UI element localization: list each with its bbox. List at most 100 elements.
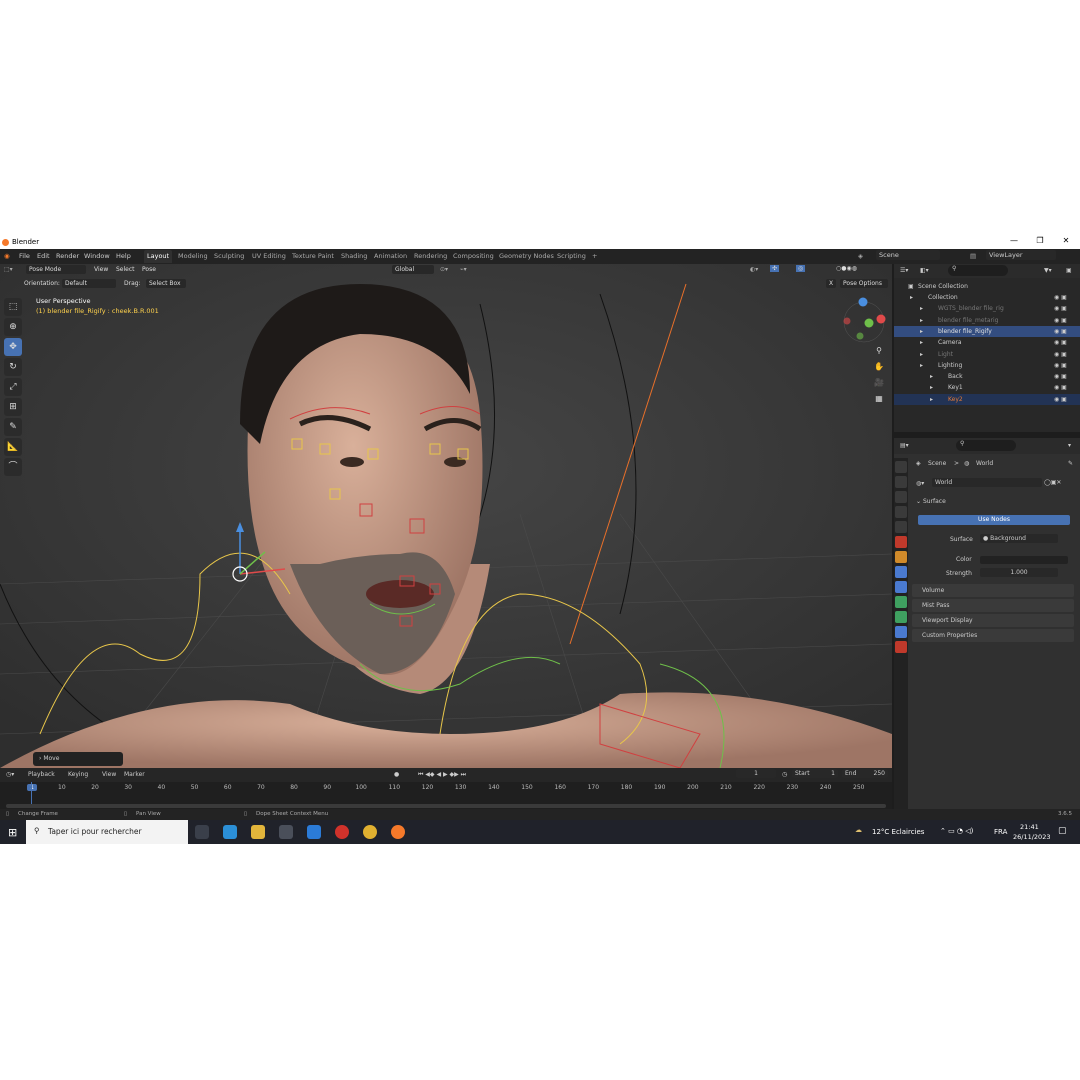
world-datablock-icon[interactable]: ◍▾ [916,480,924,487]
orientation-selector[interactable]: Default [62,279,116,288]
viewport-menu-pose[interactable]: Pose [142,266,156,273]
annotate-tool-icon[interactable]: ✎ [4,418,22,436]
object-tab-icon[interactable] [895,551,907,563]
expand-arrow-icon[interactable]: ▸ [920,317,923,324]
menu-edit[interactable]: Edit [37,252,50,260]
panel-custom-properties[interactable]: Custom Properties [912,629,1074,642]
select-box-tool-icon[interactable]: ⬚ [4,298,22,316]
x-mirror-toggle[interactable]: X [826,279,837,288]
view-layer-selector[interactable]: ViewLayer [986,250,1056,260]
snap-icon[interactable]: ⌁▾ [460,266,467,273]
outliner-editor-icon[interactable]: ☰▾ [900,267,908,274]
visibility-toggle-icon[interactable]: ◉ ▣ [1054,339,1067,346]
display-mode-icon[interactable]: ◧▾ [920,267,929,274]
expand-arrow-icon[interactable]: ▸ [920,351,923,358]
maximize-button[interactable]: ❐ [1030,236,1050,245]
visibility-toggle-icon[interactable]: ◉ ▣ [1054,362,1067,369]
tab-compositing[interactable]: Compositing [453,252,494,260]
pin-icon[interactable]: ✎ [1068,460,1073,467]
tab-sculpting[interactable]: Sculpting [214,252,244,260]
record-icon[interactable]: ● [394,771,399,778]
expand-arrow-icon[interactable]: ▸ [910,294,913,301]
timeline-menu-view[interactable]: View [102,771,116,778]
outliner-row-scene-collection[interactable]: ▣ Scene Collection [894,281,1080,292]
outliner-row[interactable]: ▸ Key2 ◉ ▣ [894,393,1080,405]
outliner-row[interactable]: ▸ Lighting ◉ ▣ [894,360,1080,371]
visibility-toggle-icon[interactable]: ◉ ▣ [1054,351,1067,358]
expand-arrow-icon[interactable]: ▸ [920,339,923,346]
outliner-search-input[interactable]: ⚲ [948,265,1008,276]
mode-selector[interactable]: Pose Mode [26,265,86,274]
camera-view-icon[interactable]: 🎥 [871,378,887,394]
blender-menu-icon[interactable]: ◉ [4,252,10,260]
surface-panel-toggle[interactable]: ⌄ Surface [916,498,946,505]
render-tab-icon[interactable] [895,476,907,488]
menu-file[interactable]: File [19,252,30,260]
tab-modeling[interactable]: Modeling [178,252,208,260]
properties-search-input[interactable]: ⚲ [956,440,1016,451]
tool-tab-icon[interactable] [895,461,907,473]
color-swatch[interactable] [980,556,1068,564]
world-tab-icon[interactable] [895,536,907,548]
close-button[interactable]: ✕ [1056,236,1076,245]
visibility-icon[interactable]: ◐▾ [750,266,758,273]
outliner-row[interactable]: ▸ WGTS_blender file_rig ◉ ▣ [894,303,1080,314]
language-indicator[interactable]: FRA [994,828,1007,836]
physics-tab-icon[interactable] [895,581,907,593]
pivot-icon[interactable]: ⊙▾ [440,266,448,273]
opera-icon[interactable] [335,825,349,839]
add-workspace-button[interactable]: + [592,252,597,260]
end-frame-field[interactable]: End 250 [842,769,888,778]
tab-uv-editing[interactable]: UV Editing [252,252,286,260]
overlay-toggle-icon[interactable]: ◎ [796,265,806,272]
tab-layout[interactable]: Layout [144,250,173,263]
minimize-button[interactable]: — [1004,236,1024,245]
outliner-row[interactable]: ▸ blender file_metarig ◉ ▣ [894,315,1080,326]
outliner-row[interactable]: ▸ Collection ◉ ▣ [894,292,1080,303]
clock-date[interactable]: 26/11/2023 [1013,833,1050,841]
gizmo-toggle-icon[interactable]: ✣ [770,265,780,272]
start-icon[interactable]: ⊞ [8,826,17,839]
timeline-scrollbar[interactable] [6,804,886,808]
visibility-toggle-icon[interactable]: ◉ ▣ [1054,305,1067,312]
outliner-row[interactable]: ▸ Light ◉ ▣ [894,349,1080,360]
task-view-icon[interactable] [195,825,209,839]
edge-icon[interactable] [223,825,237,839]
scene-tab-icon[interactable] [895,521,907,533]
view-layer-tab-icon[interactable] [895,506,907,518]
clock-time[interactable]: 21:41 [1020,823,1039,831]
timeline-menu-playback[interactable]: Playback [28,771,55,778]
3d-viewport[interactable]: ⬚▾ Pose Mode View Select Pose Global ⊙▾ … [0,264,892,768]
weather-text[interactable]: 12°C Eclaircies [872,828,924,836]
outliner-row[interactable]: ▸ Back ◉ ▣ [894,371,1080,382]
timeline-ruler[interactable]: 1102030405060708090100110120130140150160… [0,782,892,794]
panel-volume[interactable]: Volume [912,584,1074,597]
new-collection-icon[interactable]: ▣ [1066,267,1072,274]
chrome-icon[interactable] [363,825,377,839]
zoom-icon[interactable]: ⚲ [871,346,887,362]
playhead[interactable] [31,782,32,804]
properties-editor-icon[interactable]: ▤▾ [900,442,909,449]
modifier-tab-icon[interactable] [895,566,907,578]
menu-window[interactable]: Window [84,252,110,260]
use-nodes-button[interactable]: Use Nodes [918,515,1070,525]
expand-arrow-icon[interactable]: ▸ [930,384,933,391]
outliner-row[interactable]: ▸ blender file_Rigify ◉ ▣ [894,325,1080,337]
visibility-toggle-icon[interactable]: ◉ ▣ [1054,384,1067,391]
scene-selector[interactable]: Scene [876,250,940,260]
cursor-tool-icon[interactable]: ⊕ [4,318,22,336]
expand-arrow-icon[interactable]: ▸ [930,373,933,380]
output-tab-icon[interactable] [895,491,907,503]
panel-mist-pass[interactable]: Mist Pass [912,599,1074,612]
current-frame-field[interactable]: 1 [736,769,776,778]
rotate-tool-icon[interactable]: ↻ [4,358,22,376]
visibility-toggle-icon[interactable]: ◉ ▣ [1054,373,1067,380]
world-datablock-buttons-icon[interactable]: ◯▣✕ [1044,479,1061,486]
outliner-row[interactable]: ▸ Key1 ◉ ▣ [894,382,1080,393]
expand-arrow-icon[interactable]: ▸ [920,328,923,335]
measure-tool-icon[interactable]: 📐 [4,438,22,456]
transform-tool-icon[interactable]: ⊞ [4,398,22,416]
file-explorer-icon[interactable] [251,825,265,839]
bone-tool-icon[interactable]: ⌒ [4,458,22,476]
tab-animation[interactable]: Animation [374,252,407,260]
